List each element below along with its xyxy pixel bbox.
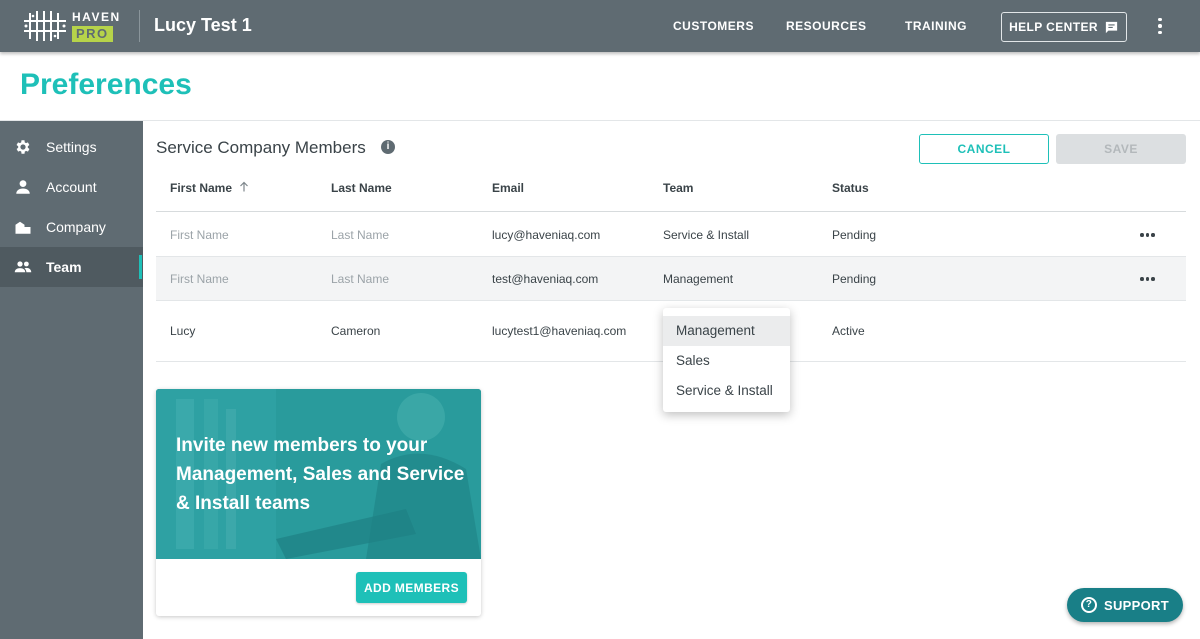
column-header-team[interactable]: Team	[663, 181, 693, 195]
save-button: SAVE	[1056, 134, 1186, 164]
email-cell: lucy@haveniaq.com	[492, 228, 601, 242]
sidebar: Settings Account Company Team	[0, 121, 143, 639]
nav-training[interactable]: TRAINING	[905, 19, 967, 33]
row-more-icon[interactable]	[1140, 232, 1156, 238]
title-divider	[0, 120, 1200, 121]
more-vertical-icon[interactable]	[1150, 14, 1170, 38]
chat-icon	[1105, 21, 1118, 33]
nav-customers[interactable]: CUSTOMERS	[673, 19, 754, 33]
team-option-management[interactable]: Management	[663, 316, 790, 346]
nav-resources[interactable]: RESOURCES	[786, 19, 867, 33]
help-circle-icon: ?	[1081, 597, 1098, 613]
email-cell: lucytest1@haveniaq.com	[492, 324, 627, 338]
team-select[interactable]: Management	[663, 272, 733, 286]
last-name-cell: Cameron	[331, 324, 381, 338]
sidebar-item-team[interactable]: Team	[0, 247, 143, 287]
page-title: Preferences	[20, 68, 192, 101]
status-cell: Pending	[832, 228, 877, 242]
invite-members-card: Invite new members to your Management, S…	[156, 389, 481, 616]
last-name-field[interactable]: Last Name	[331, 228, 389, 242]
arrow-up-icon	[240, 181, 249, 192]
logo-text-haven: HAVEN	[72, 9, 121, 24]
sidebar-item-label: Company	[46, 219, 106, 235]
app-title: Lucy Test 1	[154, 15, 252, 35]
person-icon	[16, 180, 30, 194]
cancel-button[interactable]: CANCEL	[919, 134, 1049, 164]
haven-pro-logo[interactable]: HAVEN PRO	[22, 9, 121, 43]
column-header-last-name[interactable]: Last Name	[331, 181, 392, 195]
support-label: SUPPORT	[1104, 597, 1169, 613]
table-row[interactable]: First Name Last Name test@haveniaq.com M…	[156, 257, 1186, 301]
section-title: Service Company Members	[156, 138, 366, 157]
table-row[interactable]: First Name Last Name lucy@haveniaq.com S…	[156, 212, 1186, 257]
email-cell: test@haveniaq.com	[492, 272, 599, 286]
team-option-service-install[interactable]: Service & Install	[663, 376, 790, 406]
support-button[interactable]: ? SUPPORT	[1067, 588, 1183, 622]
team-option-sales[interactable]: Sales	[663, 346, 790, 376]
row-more-icon[interactable]	[1140, 276, 1156, 282]
help-center-label: HELP CENTER	[1009, 20, 1098, 34]
info-icon[interactable]: i	[381, 140, 395, 154]
top-bar: HAVEN PRO Lucy Test 1 CUSTOMERS RESOURCE…	[0, 0, 1200, 52]
status-cell: Active	[832, 324, 865, 338]
first-name-cell: Lucy	[170, 324, 196, 338]
last-name-field[interactable]: Last Name	[331, 272, 389, 286]
status-cell: Pending	[832, 272, 877, 286]
sidebar-item-label: Settings	[46, 139, 97, 155]
first-name-field[interactable]: First Name	[170, 228, 229, 242]
add-members-button[interactable]: ADD MEMBERS	[356, 572, 467, 603]
header-divider	[139, 10, 140, 42]
logo-text-pro: PRO	[72, 25, 113, 42]
sidebar-item-company[interactable]: Company	[0, 207, 143, 247]
column-header-email[interactable]: Email	[492, 181, 524, 195]
first-name-field[interactable]: First Name	[170, 272, 229, 286]
sidebar-item-label: Team	[46, 259, 82, 275]
column-header-status[interactable]: Status	[832, 181, 869, 195]
column-header-label: First Name	[170, 181, 233, 195]
group-icon	[14, 261, 32, 273]
team-dropdown-menu: Management Sales Service & Install	[663, 308, 790, 412]
column-header-first-name[interactable]: First Name	[170, 181, 250, 195]
invite-card-text: Invite new members to your Management, S…	[176, 435, 465, 514]
sidebar-item-account[interactable]: Account	[0, 167, 143, 207]
gear-icon	[16, 140, 30, 154]
team-select[interactable]: Service & Install	[663, 228, 749, 242]
sidebar-item-label: Account	[46, 179, 97, 195]
building-icon	[15, 221, 31, 234]
haven-logo-icon	[24, 11, 66, 41]
sidebar-item-settings[interactable]: Settings	[0, 127, 143, 167]
help-center-button[interactable]: HELP CENTER	[1001, 12, 1127, 42]
